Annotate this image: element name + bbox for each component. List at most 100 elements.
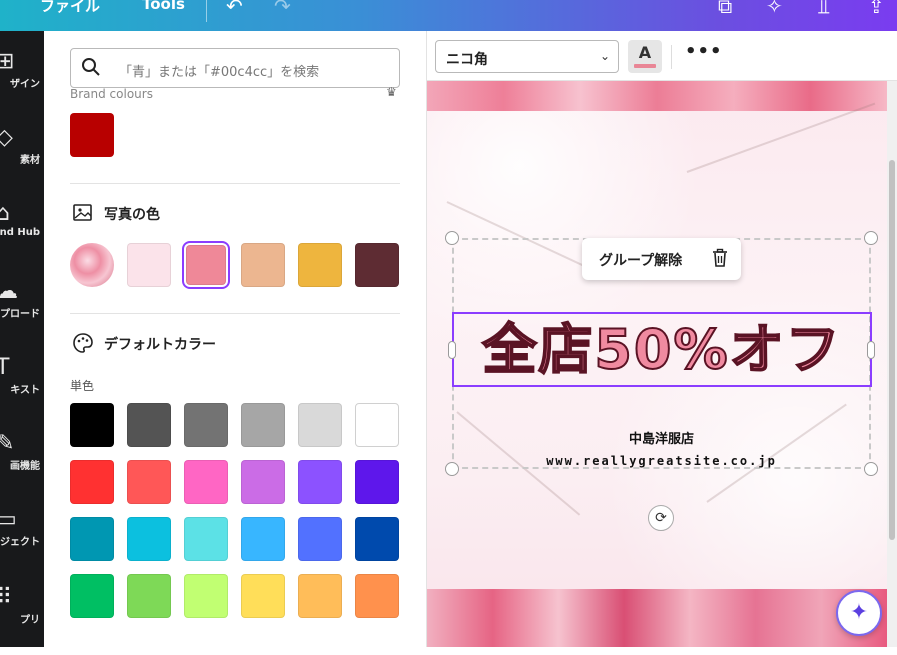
top-toolbar: ファイル Tools ↶ ↷ ⧉ ✧ ⫫ ⇪ — [0, 0, 897, 31]
solid-color-swatch[interactable] — [298, 403, 342, 447]
layout-icon: ⊞ — [0, 49, 15, 74]
shapes-icon: ◇ — [0, 125, 13, 150]
solid-color-swatch[interactable] — [127, 460, 171, 504]
photo-color-swatch[interactable] — [127, 243, 171, 287]
blossom-image-top — [427, 81, 887, 111]
solid-color-swatch[interactable] — [184, 460, 228, 504]
solid-color-swatch[interactable] — [70, 403, 114, 447]
file-menu[interactable]: ファイル — [40, 0, 100, 16]
solid-colors-label: 単色 — [70, 379, 95, 393]
solid-color-swatch[interactable] — [298, 517, 342, 561]
solid-color-swatch[interactable] — [127, 517, 171, 561]
present-icon[interactable]: ✧ — [766, 0, 783, 18]
color-search-input[interactable]: 「青」または「#00c4cc」を検索 — [70, 48, 400, 88]
search-icon — [82, 58, 100, 76]
solid-color-swatch[interactable] — [298, 460, 342, 504]
rail-item-label: キスト — [10, 385, 40, 396]
text-color-letter: A — [638, 43, 652, 62]
rail-item-apps[interactable]: ⠿ プリ — [0, 585, 44, 655]
solid-color-swatch[interactable] — [355, 517, 399, 561]
rail-item-label: ジェクト — [0, 537, 40, 548]
solid-color-swatch[interactable] — [184, 517, 228, 561]
font-selector[interactable]: ニコ角 ⌄ — [435, 40, 619, 73]
rail-item-uploads[interactable]: ☁ プロード — [0, 279, 44, 349]
palette-icon — [73, 333, 93, 353]
solid-color-swatch[interactable] — [241, 403, 285, 447]
tools-menu[interactable]: Tools — [142, 0, 185, 13]
resize-handle[interactable] — [445, 231, 459, 245]
shop-name-text[interactable]: 中島洋服店 — [452, 428, 871, 447]
rail-item-label: ザイン — [10, 79, 40, 90]
text-icon: T — [0, 355, 10, 380]
color-panel: 「青」または「#00c4cc」を検索 Brand colours ♛ 写真の色 … — [44, 31, 427, 647]
headline-text[interactable]: 全店50%オフ — [454, 314, 870, 385]
photo-colors-title: 写真の色 — [104, 207, 160, 223]
text-color-button[interactable]: A — [628, 40, 662, 73]
blossom-image-bottom — [427, 589, 887, 647]
solid-color-swatch[interactable] — [127, 403, 171, 447]
solid-color-swatch[interactable] — [298, 574, 342, 618]
toolbar-divider — [671, 45, 672, 69]
rail-item-label: 素材 — [20, 155, 40, 166]
trash-icon[interactable] — [711, 248, 729, 268]
side-handle[interactable] — [448, 341, 456, 359]
solid-color-swatch[interactable] — [241, 517, 285, 561]
solid-color-swatch[interactable] — [355, 403, 399, 447]
apps-icon: ⠿ — [0, 585, 13, 610]
ungroup-popup: グループ解除 — [582, 238, 741, 280]
folder-icon: ▭ — [0, 507, 17, 532]
text-context-toolbar: ニコ角 ⌄ A ••• — [427, 31, 897, 81]
brand-color-swatch[interactable] — [70, 113, 114, 157]
upload-icon: ☁ — [0, 279, 18, 304]
photo-thumbnail-swatch[interactable] — [70, 243, 114, 287]
search-placeholder: 「青」または「#00c4cc」を検索 — [119, 65, 320, 80]
rotate-icon[interactable]: ⟳ — [648, 505, 674, 531]
solid-color-swatch[interactable] — [355, 574, 399, 618]
more-options-icon[interactable]: ••• — [685, 41, 723, 62]
rail-item-brand-hub[interactable]: ⌂ and Hub — [0, 201, 44, 271]
rail-item-projects[interactable]: ▭ ジェクト — [0, 507, 44, 577]
solid-color-swatch[interactable] — [355, 460, 399, 504]
photo-color-swatch[interactable] — [298, 243, 342, 287]
toolbar-divider — [206, 0, 207, 22]
redo-icon[interactable]: ↷ — [274, 0, 291, 18]
photo-color-swatch[interactable] — [186, 245, 226, 285]
solid-color-swatch[interactable] — [184, 403, 228, 447]
website-url-text[interactable]: www.reallygreatsite.co.jp — [452, 454, 871, 468]
solid-color-swatch[interactable] — [70, 574, 114, 618]
crown-icon: ♛ — [386, 85, 397, 99]
left-rail: ⊞ ザイン ◇ 素材 ⌂ and Hub ☁ プロード T キスト ✎ 画機能 … — [0, 31, 44, 647]
solid-color-swatch[interactable] — [241, 460, 285, 504]
brand-colours-label: Brand colours — [70, 87, 153, 101]
branch-decoration — [686, 102, 876, 173]
divider — [70, 313, 400, 314]
photo-color-swatch[interactable] — [241, 243, 285, 287]
solid-color-swatch[interactable] — [241, 574, 285, 618]
chart-icon[interactable]: ⫫ — [818, 0, 829, 18]
font-name: ニコ角 — [446, 52, 488, 68]
rail-item-design[interactable]: ⊞ ザイン — [0, 49, 44, 119]
solid-color-swatch[interactable] — [70, 517, 114, 561]
rail-item-text[interactable]: T キスト — [0, 355, 44, 425]
rail-item-elements[interactable]: ◇ 素材 — [0, 125, 44, 195]
scrollbar-thumb[interactable] — [889, 160, 895, 540]
text-color-indicator — [634, 64, 656, 68]
share-icon[interactable]: ⇪ — [868, 0, 885, 18]
rail-item-label: プロード — [0, 309, 40, 320]
image-icon — [73, 204, 92, 221]
undo-icon[interactable]: ↶ — [226, 0, 243, 18]
solid-color-swatch[interactable] — [184, 574, 228, 618]
side-handle[interactable] — [867, 341, 875, 359]
solid-color-swatch[interactable] — [70, 460, 114, 504]
brand-hub-icon: ⌂ — [0, 201, 10, 226]
photo-color-swatch[interactable] — [355, 243, 399, 287]
ungroup-button[interactable]: グループ解除 — [599, 250, 682, 270]
solid-color-swatch[interactable] — [127, 574, 171, 618]
resize-handle[interactable] — [864, 231, 878, 245]
magic-assistant-icon[interactable]: ✦ — [836, 590, 882, 636]
resize-icon[interactable]: ⧉ — [718, 0, 732, 18]
rail-item-label: 画機能 — [10, 461, 40, 472]
rail-item-draw[interactable]: ✎ 画機能 — [0, 431, 44, 501]
headline-text-box[interactable]: 全店50%オフ — [452, 312, 872, 387]
divider — [70, 183, 400, 184]
